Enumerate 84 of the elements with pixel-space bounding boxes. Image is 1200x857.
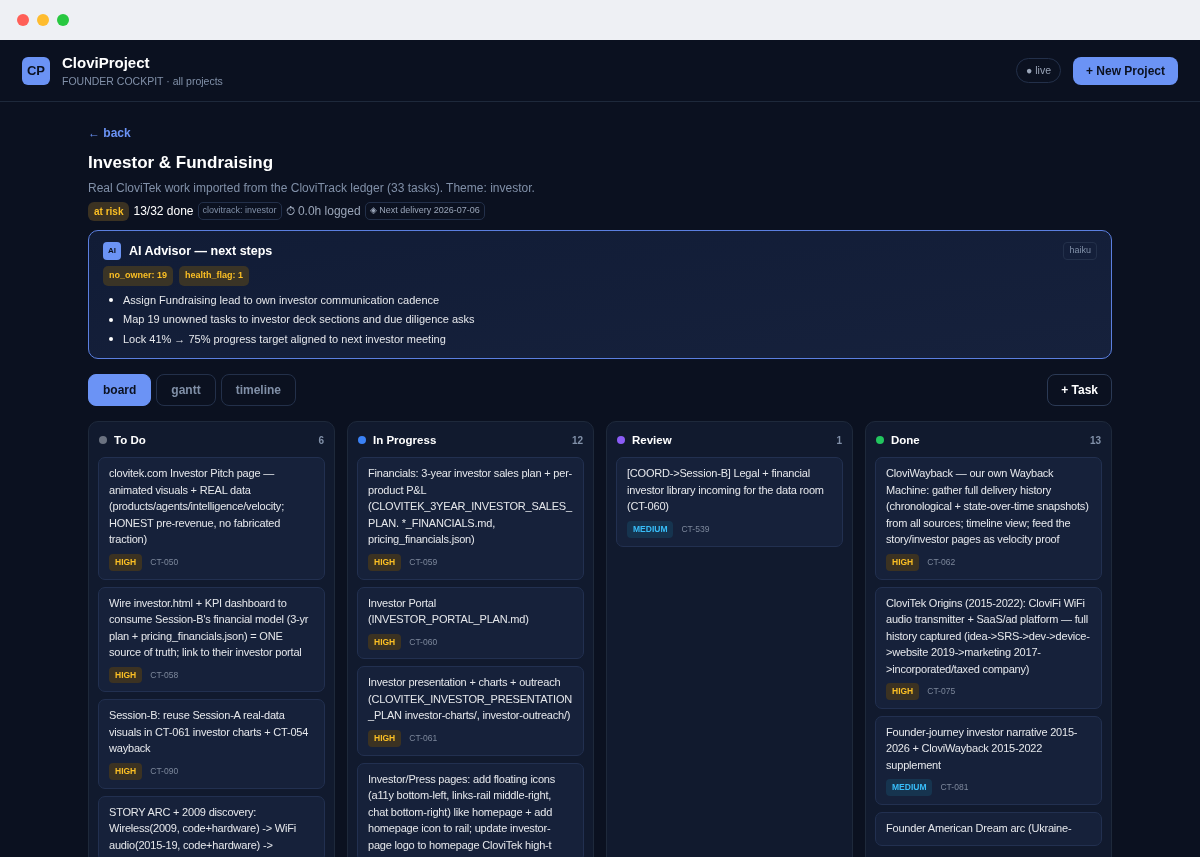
task-title: STORY ARC + 2009 discovery: Wireless(2009, code+hardware) -> WiFi audio(2015-19, code+hardware) ->	[109, 804, 297, 853]
task-count: 6	[318, 433, 324, 448]
bullet-icon	[109, 298, 113, 302]
priority-badge: HIGH	[368, 553, 402, 571]
task-title: Investor presentation + charts + outreach (CLOVITEK_INVESTOR_PRESENTATION_PLAN investor-charts/, investor-outreach/)	[368, 675, 573, 724]
column-title: In Progress	[373, 432, 437, 448]
close-icon[interactable]	[17, 14, 29, 26]
minimize-icon[interactable]	[37, 14, 49, 26]
task-title: clovitek.com Investor Pitch page — animated visuals + REAL data (products/agents/intelligence/velocity; HONEST pre-revenue, no fabricated traction)	[109, 466, 286, 548]
task-title: Financials: 3-year investor sales plan + per-product P&L (CLOVITEK_3YEAR_INVESTOR_SALES_PLAN. *_FINANCIALS.md, pricing_financials.json)	[368, 466, 573, 548]
bullet-icon	[109, 337, 113, 341]
task-card[interactable]: Financials: 3-year investor sales plan + per-product P&L (CLOVITEK_3YEAR_INVESTOR_SALES_PLAN. *_FINANCIALS.md, pricing_financials.json) HIGH CT-059	[357, 457, 584, 580]
task-card[interactable]: Investor/Press pages: add floating icons (a11y bottom-left, links-rail middle-right, chat bottom-right) like homepage + add homepage icon to rail; update investor-page logo to homepage CloviTek high-t	[357, 762, 584, 857]
task-title: CloviWayback — our own Wayback Machine: gather full delivery history (chronological + state-over-time snapshots) from all sources; timeline view; feed the story/investor pages as velocity proof	[886, 466, 1090, 548]
task-id: CT-061	[409, 731, 438, 745]
add-task-button[interactable]: + Task	[1047, 374, 1112, 407]
column-title: Review	[632, 432, 672, 448]
project-title: Investor & Fundraising	[88, 152, 275, 174]
view-tab[interactable]: board	[88, 374, 152, 407]
source-tag: clovitrack: investor	[197, 202, 282, 220]
priority-badge: HIGH	[368, 633, 402, 651]
task-id: CT-062	[927, 555, 956, 569]
task-title: CloviTek Origins (2015-2022): CloviFi WiFi audio transmitter + SaaS/ad platform — full history captured (idea->SRS->dev->device->website 2019->marketing 2017->incorporated/taxed company)	[886, 595, 1091, 677]
task-id: CT-090	[150, 764, 179, 778]
task-card[interactable]: Session-B: reuse Session-A real-data visuals in CT-061 investor charts + CT-054 wayback HIGH CT-090	[98, 699, 325, 789]
task-id: CT-058	[150, 668, 179, 682]
task-count: 12	[571, 433, 583, 448]
task-card[interactable]: STORY ARC + 2009 discovery: Wireless(2009, code+hardware) -> WiFi audio(2015-19, code+hardware) ->	[98, 795, 325, 857]
status-badge: at risk	[88, 201, 130, 221]
column-title: Done	[891, 432, 920, 448]
priority-badge: MEDIUM	[886, 779, 933, 796]
priority-badge: HIGH	[886, 683, 920, 700]
priority-badge: MEDIUM	[627, 520, 674, 538]
advisor-title: AI Advisor — next steps	[129, 242, 273, 260]
task-count: 1	[836, 433, 842, 448]
app-subtitle: FOUNDER COCKPIT · all projects	[62, 73, 223, 89]
maximize-icon[interactable]	[57, 14, 69, 26]
task-card[interactable]: Founder American Dream arc (Ukraine-	[875, 812, 1102, 846]
task-title: Investor Portal (INVESTOR_PORTAL_PLAN.md)	[368, 595, 530, 627]
task-card[interactable]	[875, 457, 1102, 580]
task-title: Wire investor.html + KPI dashboard to consume Session-B's financial model (3-yr plan + pricing_financials.json) = ONE source of truth; link to their investor portal	[109, 595, 310, 660]
priority-badge: HIGH	[109, 666, 143, 684]
view-tab[interactable]: timeline	[220, 374, 297, 407]
priority-badge: HIGH	[886, 553, 920, 571]
logged-time: ⏱ 0.0h logged	[285, 203, 361, 220]
task-id: CT-075	[927, 685, 956, 698]
model-tag: haiku	[1063, 242, 1097, 260]
advice-item: Map 19 unowned tasks to investor deck sections and due diligence asks	[123, 312, 475, 328]
task-title: [COORD->Session-B] Legal + financial investor library incoming for the data room (CT-060)	[627, 466, 825, 515]
task-card[interactable]: Founder-journey investor narrative 2015-2026 + CloviWayback 2015-2022 supplement MEDIUM CT-081	[875, 715, 1102, 805]
new-project-button[interactable]: + New Project	[1072, 56, 1178, 85]
task-title: Founder-journey investor narrative 2015-2026 + CloviWayback 2015-2022 supplement	[886, 724, 1079, 773]
task-title: Investor/Press pages: add floating icons (a11y bottom-left, links-rail middle-right, chat bottom-right) like homepage + add homepage icon to rail; update investor-page logo to homepage CloviTek high-t	[368, 771, 557, 853]
task-id: CT-059	[409, 555, 438, 569]
column-title: To Do	[114, 432, 146, 448]
view-tab[interactable]: gantt	[156, 374, 216, 407]
task-card[interactable]: clovitek.com Investor Pitch page — animated visuals + REAL data (products/agents/intelligence/velocity; HONEST pre-revenue, no fabricated traction) HIGH CT-050	[98, 457, 325, 580]
task-id: CT-081	[940, 781, 969, 794]
priority-badge: HIGH	[109, 553, 143, 571]
app-name: CloviProject	[62, 52, 151, 73]
flag-badge: no_owner: 19	[103, 266, 173, 286]
project-description: Real CloviTek work imported from the CloviTrack ledger (33 tasks). Theme: investor.	[88, 179, 536, 197]
task-id: CT-050	[150, 555, 179, 569]
done-count: 13/32 done	[133, 203, 194, 220]
task-title: Founder American Dream arc (Ukraine-	[886, 821, 1073, 836]
flag-badge: health_flag: 1	[179, 266, 250, 286]
priority-badge: HIGH	[109, 762, 143, 780]
delivery-tag: ◈ Next delivery 2026-07-06	[364, 202, 485, 220]
back-link[interactable]: ← back	[88, 124, 131, 142]
priority-badge: HIGH	[368, 729, 402, 747]
ai-badge: AI	[103, 241, 121, 260]
task-card[interactable]: Investor Portal (INVESTOR_PORTAL_PLAN.md) HIGH CT-060	[357, 586, 584, 660]
task-id: CT-539	[681, 522, 710, 536]
advice-item: Assign Fundraising lead to own investor communication cadence	[123, 292, 440, 308]
task-card[interactable]: [COORD->Session-B] Legal + financial investor library incoming for the data room (CT-060) MEDIUM CT-539	[616, 457, 843, 547]
task-card[interactable]: CloviTek Origins (2015-2022): CloviFi WiFi audio transmitter + SaaS/ad platform — full history captured (idea->SRS->dev->device->website 2019->marketing 2017->incorporated/taxed company) HIGH CT-075	[875, 586, 1102, 709]
advice-item: Lock 41% → 75% progress target aligned to next investor meeting	[123, 331, 446, 347]
task-count: 13	[1089, 433, 1101, 448]
app-logo: CP	[22, 56, 50, 85]
task-id: CT-060	[409, 635, 438, 649]
bullet-icon	[109, 317, 113, 322]
task-card[interactable]: Investor presentation + charts + outreach (CLOVITEK_INVESTOR_PRESENTATION_PLAN investor-charts/, investor-outreach/) HIGH CT-061	[357, 666, 584, 756]
task-title: Session-B: reuse Session-A real-data visuals in CT-061 investor charts + CT-054 wayback	[109, 708, 310, 757]
task-card[interactable]: Wire investor.html + KPI dashboard to consume Session-B's financial model (3-yr plan + pricing_financials.json) = ONE source of truth; link to their investor portal HIGH CT-058	[98, 586, 325, 693]
